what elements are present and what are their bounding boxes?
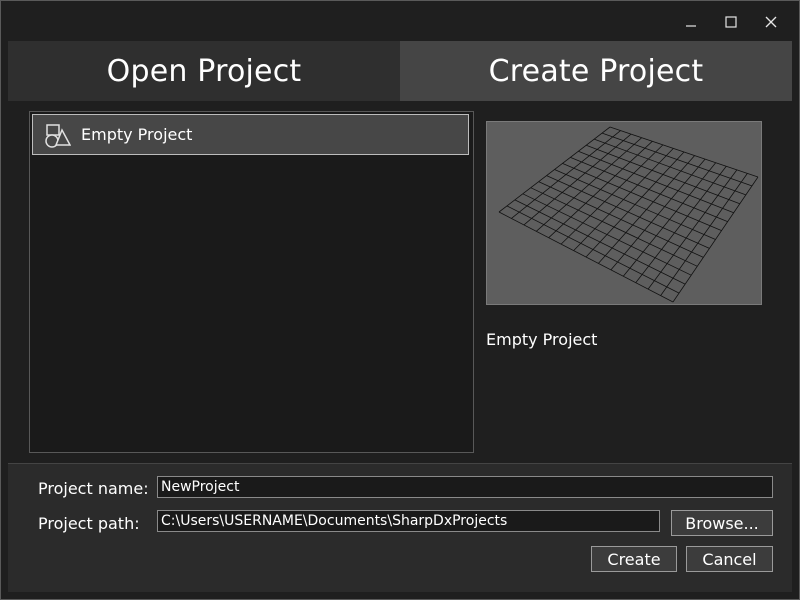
project-name-input[interactable]	[157, 476, 773, 498]
template-list-item-label: Empty Project	[81, 125, 193, 144]
close-icon	[765, 16, 777, 28]
template-preview-image	[486, 121, 762, 305]
minimize-icon	[686, 25, 696, 27]
tab-open-project[interactable]: Open Project	[8, 41, 400, 101]
template-list[interactable]: Empty Project	[29, 111, 474, 453]
template-preview-title: Empty Project	[486, 330, 598, 349]
shapes-icon	[45, 123, 71, 148]
template-list-item-empty-project[interactable]: Empty Project	[32, 114, 469, 155]
tab-open-project-label: Open Project	[106, 53, 302, 89]
create-button[interactable]: Create	[591, 546, 677, 572]
cancel-button[interactable]: Cancel	[686, 546, 773, 572]
tab-create-project[interactable]: Create Project	[400, 41, 792, 101]
browse-button[interactable]: Browse...	[671, 510, 773, 536]
grid-lines	[498, 126, 759, 303]
tab-create-project-label: Create Project	[488, 53, 704, 89]
grid-plane-preview	[498, 126, 759, 303]
title-bar[interactable]	[1, 1, 799, 41]
close-button[interactable]	[758, 9, 784, 35]
maximize-icon	[725, 16, 737, 28]
project-name-label: Project name:	[38, 479, 149, 498]
project-path-label: Project path:	[38, 514, 140, 533]
minimize-button[interactable]	[678, 9, 704, 35]
maximize-button[interactable]	[718, 9, 744, 35]
project-dialog-window: Open Project Create Project Empty Projec…	[0, 0, 800, 600]
project-path-input[interactable]	[157, 510, 660, 532]
